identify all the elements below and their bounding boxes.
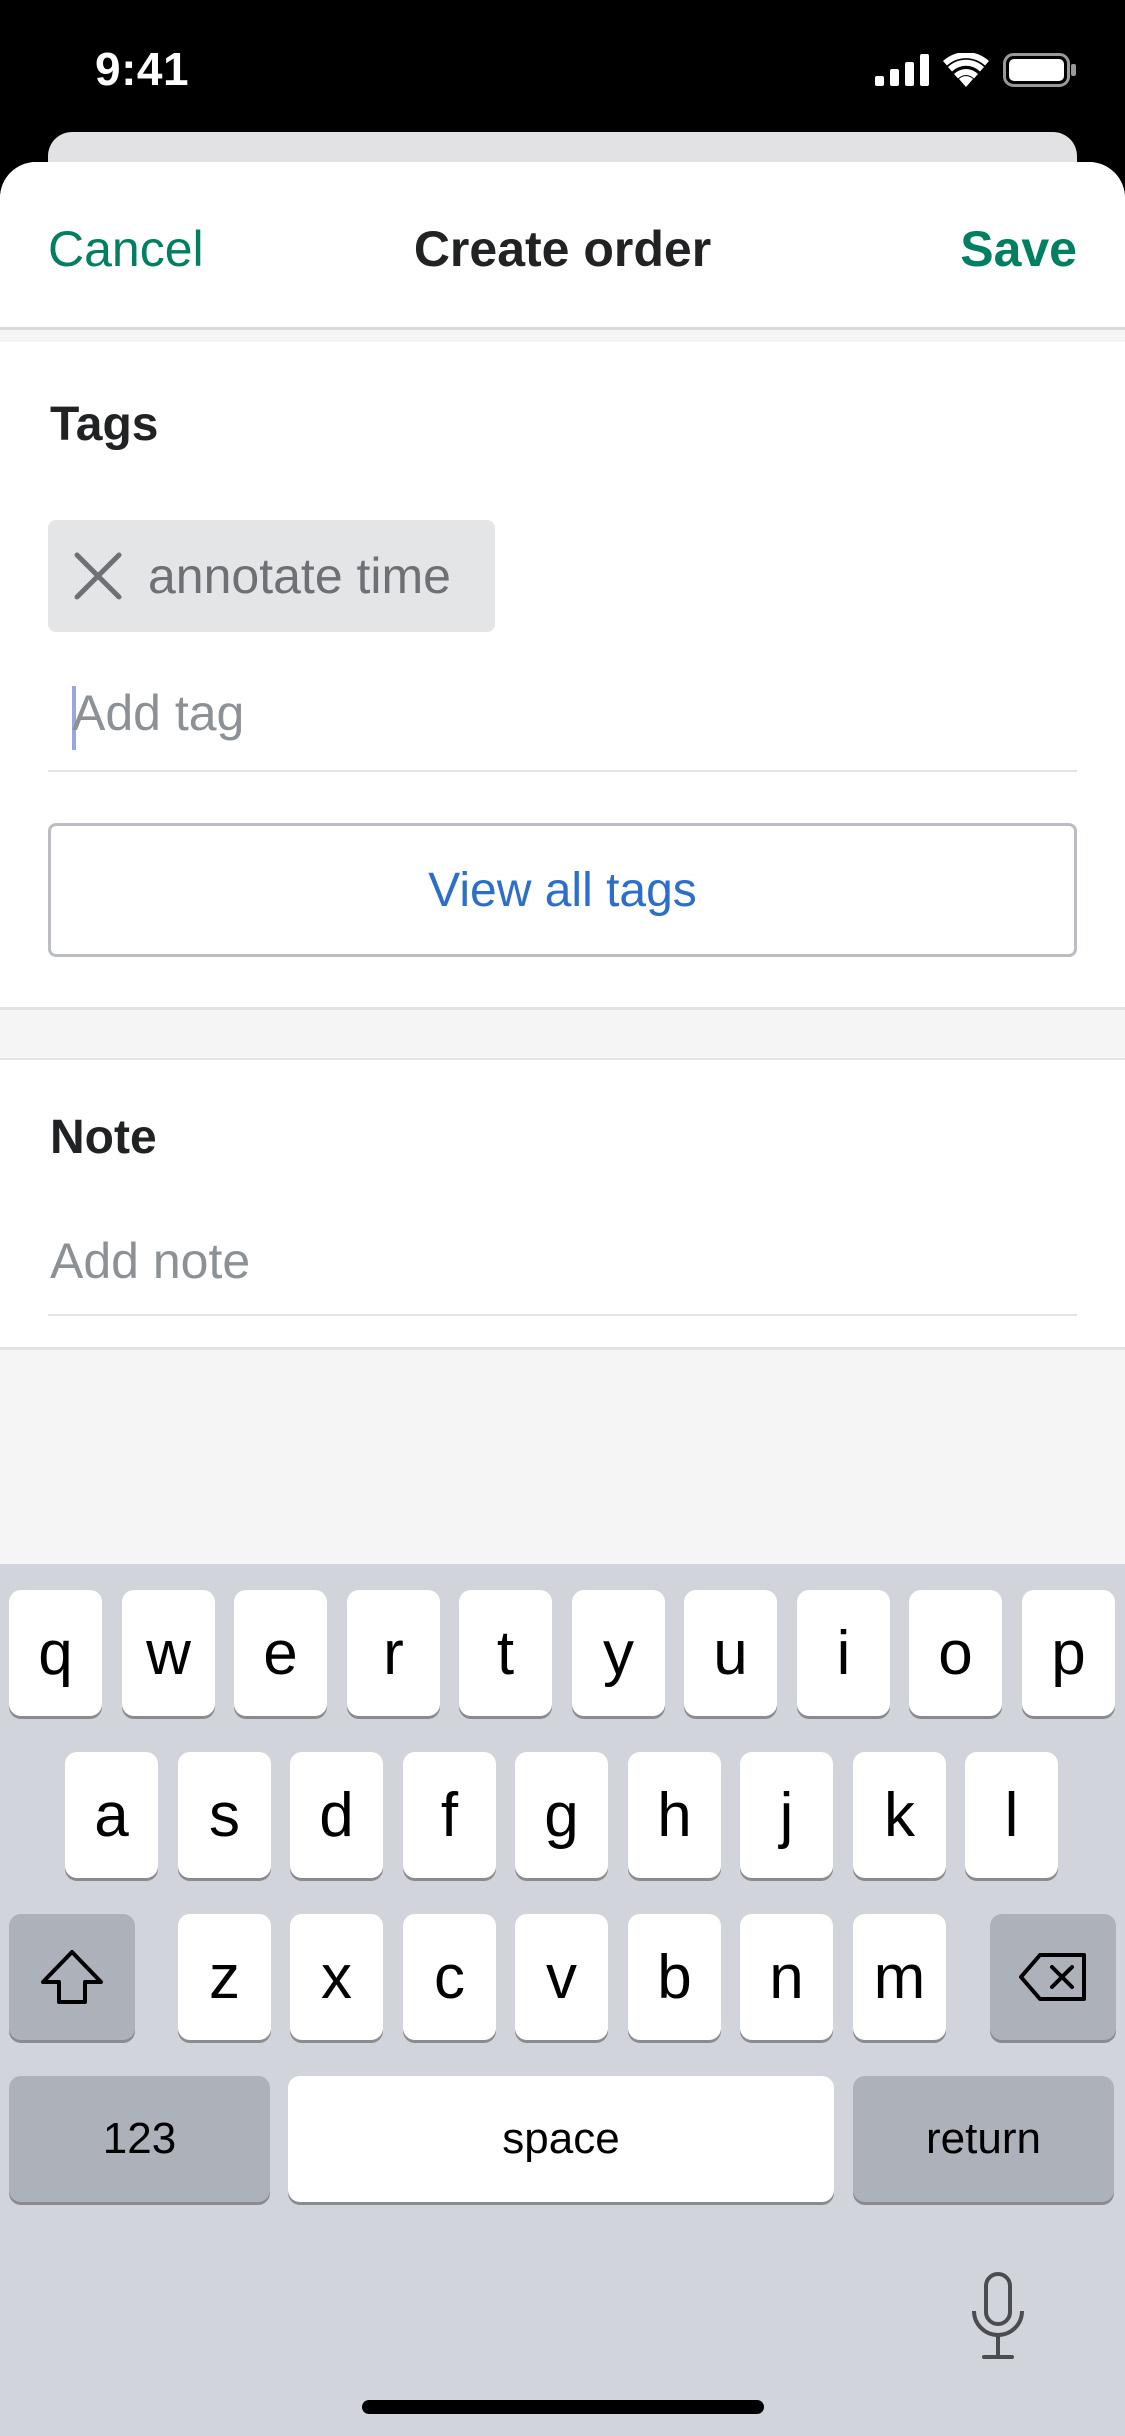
key-o[interactable]: o [909, 1590, 1002, 1716]
add-note-placeholder: Add note [50, 1233, 251, 1289]
key-q[interactable]: q [9, 1590, 102, 1716]
key-g[interactable]: g [515, 1752, 608, 1878]
key-k[interactable]: k [853, 1752, 946, 1878]
note-card: Note Add note [0, 1058, 1125, 1350]
microphone-icon [972, 2272, 1024, 2359]
space-key[interactable]: space [288, 2076, 834, 2202]
key-c[interactable]: c [403, 1914, 496, 2040]
key-e[interactable]: e [234, 1590, 327, 1716]
key-n[interactable]: n [740, 1914, 833, 2040]
tag-chip-label: annotate time [148, 548, 451, 604]
key-s[interactable]: s [178, 1752, 271, 1878]
screen: 9:41 Cancel Create order Save Tags annot… [0, 0, 1125, 2436]
key-u[interactable]: u [684, 1590, 777, 1716]
status-time: 9:41 [95, 43, 190, 95]
cellular-signal-icon [875, 54, 929, 86]
key-y[interactable]: y [572, 1590, 665, 1716]
key-f[interactable]: f [403, 1752, 496, 1878]
keyboard: q w e r t y u i o p a s d f g h j k l z … [0, 1564, 1125, 2436]
tags-card: Tags annotate time Add tag View all tags [0, 342, 1125, 1010]
tag-remove-button[interactable] [48, 520, 148, 632]
key-i[interactable]: i [797, 1590, 890, 1716]
page-title: Create order [413, 221, 712, 277]
key-a[interactable]: a [65, 1752, 158, 1878]
add-note-input[interactable]: Add note [48, 1212, 1077, 1316]
key-d[interactable]: d [290, 1752, 383, 1878]
key-t[interactable]: t [459, 1590, 552, 1716]
backspace-key[interactable] [990, 1914, 1116, 2040]
view-all-tags-button[interactable]: View all tags [48, 823, 1077, 957]
nav-bar: Cancel Create order Save [0, 162, 1125, 330]
save-button[interactable]: Save [960, 220, 1077, 278]
tags-heading: Tags [50, 398, 159, 451]
tag-chip: annotate time [48, 520, 495, 632]
shift-icon [41, 1950, 103, 2004]
shift-key[interactable] [9, 1914, 135, 2040]
key-h[interactable]: h [628, 1752, 721, 1878]
wifi-icon [943, 53, 989, 87]
close-icon [74, 552, 122, 600]
key-w[interactable]: w [122, 1590, 215, 1716]
key-m[interactable]: m [853, 1914, 946, 2040]
battery-icon [1003, 53, 1076, 87]
key-z[interactable]: z [178, 1914, 271, 2040]
key-x[interactable]: x [290, 1914, 383, 2040]
key-l[interactable]: l [965, 1752, 1058, 1878]
return-key[interactable]: return [853, 2076, 1114, 2202]
status-bar: 9:41 [0, 0, 1125, 140]
key-p[interactable]: p [1022, 1590, 1115, 1716]
add-tag-placeholder: Add tag [72, 685, 245, 741]
note-heading: Note [50, 1111, 157, 1164]
numbers-key[interactable]: 123 [9, 2076, 270, 2202]
key-r[interactable]: r [347, 1590, 440, 1716]
key-j[interactable]: j [740, 1752, 833, 1878]
backspace-icon [1019, 1953, 1086, 2001]
dictation-button[interactable] [955, 2266, 1041, 2366]
key-b[interactable]: b [628, 1914, 721, 2040]
status-icons [875, 48, 1077, 92]
home-indicator [362, 2400, 764, 2414]
key-v[interactable]: v [515, 1914, 608, 2040]
add-tag-input[interactable]: Add tag [48, 660, 1077, 772]
